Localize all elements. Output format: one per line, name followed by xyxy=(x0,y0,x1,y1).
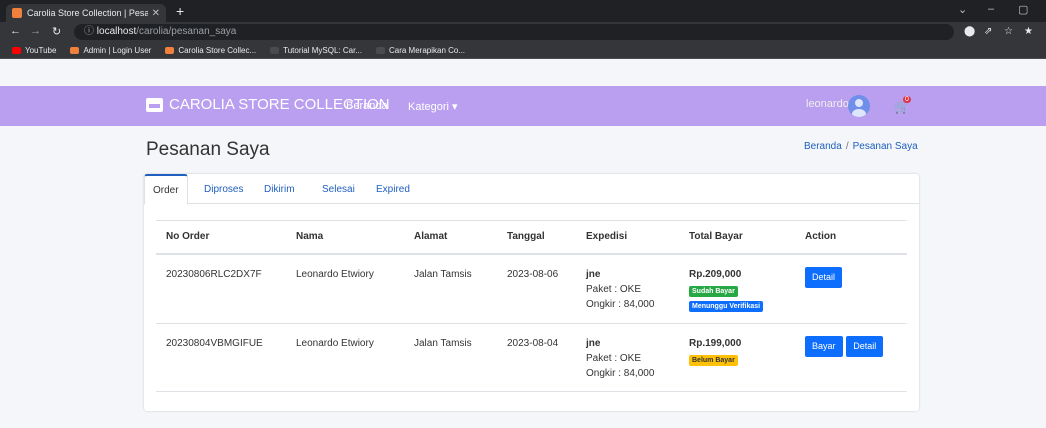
status-badge-paid: Sudah Bayar xyxy=(689,285,738,297)
tab-order[interactable]: Order xyxy=(144,174,188,205)
cell-alamat: Jalan Tamsis xyxy=(404,253,497,324)
cell-action: Bayar Detail xyxy=(795,323,907,392)
site-icon xyxy=(375,46,385,54)
tab-search-icon[interactable]: ⌄ xyxy=(958,3,967,16)
shipping-cost: Ongkir : 84,000 xyxy=(586,367,655,379)
breadcrumb-separator: / xyxy=(845,141,849,152)
bookmark-label: Admin | Login User xyxy=(83,45,152,55)
bookmarks-bar: YouTube Admin | Login User Carolia Store… xyxy=(0,42,1046,59)
cell-expedisi: jne Paket : OKE Ongkir : 84,000 xyxy=(576,253,679,324)
bookmark-cara[interactable]: Cara Merapikan Co... xyxy=(375,45,466,55)
cell-total-bayar: Rp.209,000 Sudah Bayar Menunggu Verifika… xyxy=(679,253,795,324)
cell-tanggal: 2023-08-06 xyxy=(497,253,576,324)
bookmark-label: Tutorial MySQL: Car... xyxy=(283,45,362,55)
table-row: 20230806RLC2DX7F Leonardo Etwiory Jalan … xyxy=(156,253,907,324)
bookmark-label: Cara Merapikan Co... xyxy=(388,45,466,55)
col-alamat: Alamat xyxy=(404,220,497,255)
new-tab-button[interactable]: + xyxy=(176,3,184,19)
tab-diproses[interactable]: Diproses xyxy=(196,174,251,204)
tab-dikirim[interactable]: Dikirim xyxy=(256,174,303,204)
tab-title: Carolia Store Collection | Pesanan xyxy=(27,8,148,18)
breadcrumb-home[interactable]: Beranda xyxy=(804,141,842,152)
bookmark-admin[interactable]: Admin | Login User xyxy=(70,46,151,55)
courier-name: jne xyxy=(586,337,601,349)
courier-name: jne xyxy=(586,268,601,280)
tab-expired[interactable]: Expired xyxy=(368,174,418,204)
extensions-icon[interactable]: ★ xyxy=(1024,26,1033,37)
forward-icon[interactable]: → xyxy=(30,25,41,37)
close-tab-icon[interactable]: ✕ xyxy=(152,8,160,19)
bookmark-label: Carolia Store Collec... xyxy=(178,45,257,55)
cart-count-badge: 0 xyxy=(903,96,911,103)
restore-icon[interactable]: ▢ xyxy=(1018,3,1028,16)
cell-nama: Leonardo Etwiory xyxy=(286,323,404,392)
order-tabs: Order Diproses Dikirim Selesai Expired xyxy=(144,174,919,205)
total-amount: Rp.199,000 xyxy=(689,337,742,349)
cell-alamat: Jalan Tamsis xyxy=(404,323,497,392)
share-icon[interactable]: ⇗ xyxy=(984,26,992,37)
avatar[interactable] xyxy=(848,95,870,117)
browser-tab-bar: Carolia Store Collection | Pesanan ✕ + ⌄… xyxy=(0,0,1046,22)
tab-selesai[interactable]: Selesai xyxy=(314,174,363,204)
status-badge-unpaid: Belum Bayar xyxy=(689,354,738,366)
package-name: Paket : OKE xyxy=(586,283,642,295)
url-path: /carolia/pesanan_saya xyxy=(136,26,237,37)
site-icon xyxy=(270,46,280,54)
status-badge-verification: Menunggu Verifikasi xyxy=(689,300,764,312)
address-bar: ← → ↻ ⓘ localhost/carolia/pesanan_saya ⬤… xyxy=(0,22,1046,42)
cell-nama: Leonardo Etwiory xyxy=(286,253,404,324)
url-field[interactable]: ⓘ localhost/carolia/pesanan_saya xyxy=(74,24,954,40)
store-icon xyxy=(146,97,163,112)
pay-button[interactable]: Bayar xyxy=(805,335,843,357)
total-amount: Rp.209,000 xyxy=(689,268,742,280)
table-header-row: No Order Nama Alamat Tanggal Expedisi To… xyxy=(156,220,907,255)
browser-tab[interactable]: Carolia Store Collection | Pesanan ✕ xyxy=(6,4,166,22)
username[interactable]: leonardo xyxy=(806,98,849,110)
col-expedisi: Expedisi xyxy=(576,220,679,255)
breadcrumb: Beranda / Pesanan Saya xyxy=(804,141,918,152)
bookmark-youtube[interactable]: YouTube xyxy=(12,46,56,55)
col-no-order: No Order xyxy=(156,220,286,255)
bookmark-star-icon[interactable]: ☆ xyxy=(1004,26,1013,37)
cart-icon[interactable]: 🛒 0 xyxy=(894,96,911,115)
cell-no-order: 20230806RLC2DX7F xyxy=(156,253,286,324)
url-host: localhost xyxy=(96,26,137,37)
orders-card: Order Diproses Dikirim Selesai Expired N… xyxy=(144,174,919,411)
bookmark-mysql[interactable]: Tutorial MySQL: Car... xyxy=(270,46,362,55)
cell-tanggal: 2023-08-04 xyxy=(497,323,576,392)
nav-kategori-dropdown[interactable]: Kategori ▾ xyxy=(408,100,458,113)
package-name: Paket : OKE xyxy=(586,352,642,364)
bookmark-carolia[interactable]: Carolia Store Collec... xyxy=(165,46,256,55)
back-icon[interactable]: ← xyxy=(10,25,21,37)
detail-button[interactable]: Detail xyxy=(846,335,884,357)
bookmark-label: YouTube xyxy=(25,45,57,55)
favicon-icon xyxy=(12,8,22,18)
col-nama: Nama xyxy=(286,220,404,255)
shipping-cost: Ongkir : 84,000 xyxy=(586,298,655,310)
minimize-icon[interactable]: – xyxy=(988,3,994,15)
orders-table: No Order Nama Alamat Tanggal Expedisi To… xyxy=(156,220,907,392)
page-title: Pesanan Saya xyxy=(146,139,270,160)
app-navbar: CAROLIA STORE COLLECTION Beranda Kategor… xyxy=(0,86,1046,126)
col-tanggal: Tanggal xyxy=(497,220,576,255)
col-total-bayar: Total Bayar xyxy=(679,220,795,255)
table-row: 20230804VBMGIFUE Leonardo Etwiory Jalan … xyxy=(156,323,907,392)
site-icon xyxy=(70,46,80,54)
cell-action: Detail xyxy=(795,253,907,324)
nav-beranda[interactable]: Beranda xyxy=(346,100,388,112)
cell-total-bayar: Rp.199,000 Belum Bayar xyxy=(679,323,795,392)
cell-no-order: 20230804VBMGIFUE xyxy=(156,323,286,392)
youtube-icon xyxy=(12,46,21,54)
reload-icon[interactable]: ↻ xyxy=(52,25,61,38)
cell-expedisi: jne Paket : OKE Ongkir : 84,000 xyxy=(576,323,679,392)
location-icon[interactable]: ⬤ xyxy=(964,26,975,37)
breadcrumb-current[interactable]: Pesanan Saya xyxy=(853,141,918,152)
col-action: Action xyxy=(795,220,907,255)
site-icon xyxy=(165,46,175,54)
detail-button[interactable]: Detail xyxy=(805,266,843,288)
